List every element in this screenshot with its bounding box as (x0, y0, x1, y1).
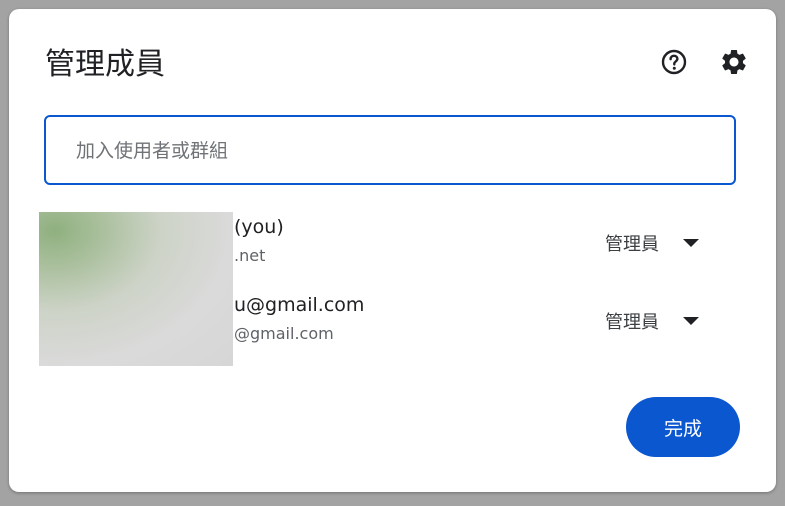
manage-members-dialog: 管理成員 (you) .net 管理員 u@gmail.com @gmail.c… (9, 9, 776, 492)
done-button[interactable]: 完成 (626, 397, 740, 457)
member-name: u@gmail.com (234, 294, 365, 316)
member-email: @gmail.com (234, 324, 334, 343)
member-name: (you) (234, 216, 284, 238)
role-dropdown[interactable]: 管理員 (605, 305, 717, 337)
help-circle-icon (661, 49, 687, 75)
role-label: 管理員 (605, 312, 659, 333)
dropdown-arrow-icon (683, 317, 699, 325)
member-email: .net (234, 246, 266, 265)
dropdown-arrow-icon (683, 239, 699, 247)
settings-button[interactable] (716, 44, 752, 80)
gear-icon (722, 50, 746, 74)
dialog-title: 管理成員 (45, 47, 165, 82)
redaction-blur (39, 212, 233, 366)
add-people-field[interactable] (44, 115, 736, 185)
role-dropdown[interactable]: 管理員 (605, 227, 717, 259)
role-label: 管理員 (605, 234, 659, 255)
help-button[interactable] (656, 44, 692, 80)
add-people-input[interactable] (74, 117, 718, 185)
